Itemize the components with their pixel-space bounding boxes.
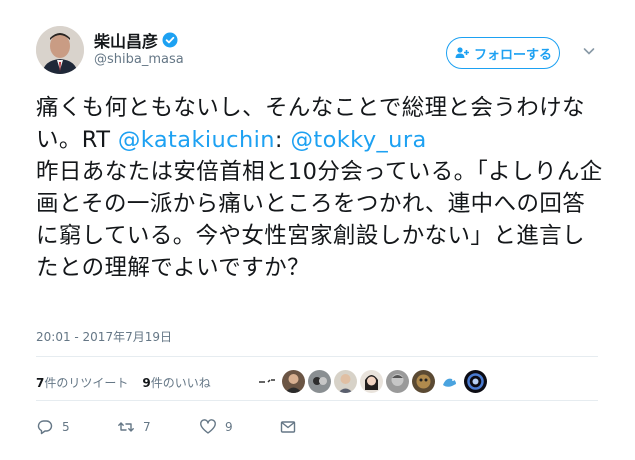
like-stat-label: 件のいいね	[150, 376, 211, 390]
divider-bottom	[36, 400, 598, 401]
tweet-header: 柴山昌彦 @shiba_masa フォローする	[0, 0, 635, 90]
liker-avatar[interactable]	[360, 369, 383, 393]
verified-badge-icon	[162, 32, 178, 48]
direct-message-icon	[280, 421, 296, 433]
tweet-actions: 5 7 9	[36, 418, 297, 436]
retweet-stat-label: 件のリツイート	[44, 376, 129, 390]
tweet-text: 痛くも何ともないし、そんなことで総理と会うわけない。RT @katakiuchi…	[36, 92, 606, 284]
liker-avatar[interactable]	[412, 369, 435, 393]
reply-count: 5	[62, 420, 70, 434]
liker-avatar[interactable]	[256, 369, 279, 393]
retweet-stat[interactable]: 7件のリツイート	[36, 374, 128, 391]
tweet-text-part2: :	[274, 127, 291, 153]
author-name-row[interactable]: 柴山昌彦	[94, 28, 178, 52]
author-avatar[interactable]	[36, 26, 84, 74]
author-handle[interactable]: @shiba_masa	[94, 52, 184, 67]
follow-person-icon	[455, 47, 469, 58]
tweet-text-part3: 昨日あなたは安倍首相と10分会っている。「よしりん企画とその一派から痛いところを…	[36, 159, 603, 281]
follow-button-label: フォローする	[473, 47, 552, 63]
reply-button[interactable]: 5	[36, 418, 117, 436]
follow-button[interactable]: フォローする	[446, 37, 560, 69]
mention-link-tokky-ura[interactable]: @tokky_ura	[290, 127, 426, 153]
liker-avatar[interactable]	[438, 369, 461, 393]
chevron-down-icon[interactable]	[582, 44, 596, 58]
retweet-button[interactable]: 7	[117, 418, 199, 436]
author-name[interactable]: 柴山昌彦	[94, 28, 158, 52]
like-button[interactable]: 9	[199, 418, 279, 436]
liker-avatars	[256, 368, 490, 394]
liker-avatar[interactable]	[464, 369, 487, 393]
retweet-count: 7	[143, 420, 151, 434]
like-stat-count: 9	[142, 376, 151, 390]
liker-avatar[interactable]	[334, 369, 357, 393]
direct-message-button[interactable]	[279, 418, 297, 436]
like-count: 9	[225, 420, 233, 434]
liker-avatar[interactable]	[308, 369, 331, 393]
liker-avatar[interactable]	[282, 369, 305, 393]
liker-avatar[interactable]	[386, 369, 409, 393]
like-icon	[200, 419, 216, 434]
mention-link-katakiuchin[interactable]: @katakiuchin	[118, 127, 275, 153]
reply-icon	[37, 420, 53, 435]
retweet-icon	[118, 422, 134, 432]
engagement-stats: 7件のリツイート 9件のいいね	[36, 374, 225, 391]
divider-top	[36, 356, 598, 357]
tweet-timestamp[interactable]: 20:01 - 2017年7月19日	[36, 328, 172, 345]
like-stat[interactable]: 9件のいいね	[142, 374, 210, 391]
